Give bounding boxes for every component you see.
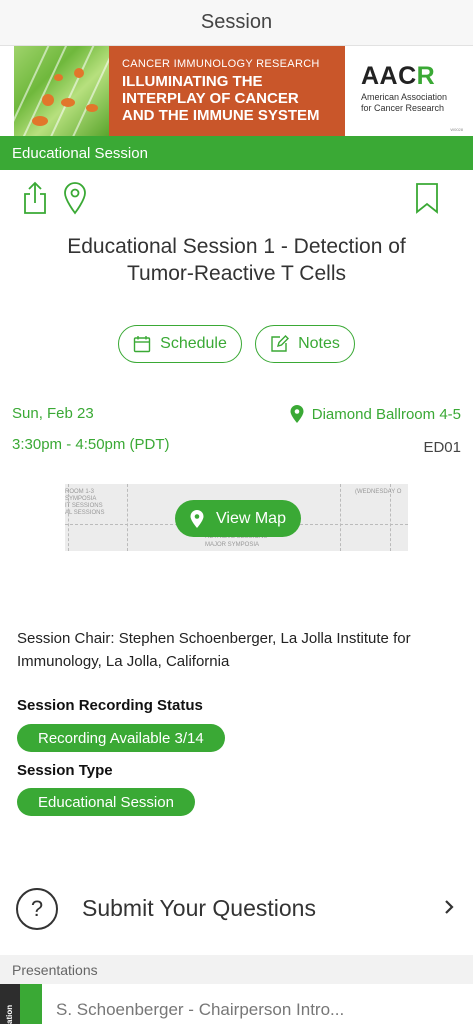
- chevron-right-icon: [445, 900, 454, 914]
- aacr-organization-name: American Association for Cancer Research: [361, 92, 448, 113]
- bookmark-icon[interactable]: [411, 180, 443, 216]
- session-location[interactable]: Diamond Ballroom 4-5: [290, 405, 461, 423]
- session-title: Educational Session 1 - Detection of Tum…: [67, 235, 406, 285]
- submit-questions-row[interactable]: ? Submit Your Questions: [0, 880, 473, 938]
- recording-status-heading: Session Recording Status: [17, 697, 203, 714]
- banner-kicker: CANCER IMMUNOLOGY RESEARCH: [122, 58, 320, 70]
- presentation-type-stripe: al Ses...: [20, 984, 56, 1024]
- banner-text-panel: CANCER IMMUNOLOGY RESEARCH ILLUMINATING …: [109, 46, 345, 136]
- submit-questions-label: Submit Your Questions: [82, 895, 316, 921]
- edit-note-icon: [271, 335, 290, 352]
- location-pin-icon: [190, 509, 204, 528]
- map-thumbnail[interactable]: ROOM 1-3 SYMPOSIA IT SESSIONS AL SESSION…: [65, 484, 408, 551]
- presentation-list-item[interactable]: ation al Ses... S. Schoenberger - Chairp…: [0, 984, 473, 1024]
- recording-status-badge: Recording Available 3/14: [17, 724, 225, 752]
- session-code: ED01: [423, 439, 461, 456]
- session-date: Sun, Feb 23: [12, 405, 94, 422]
- view-map-label: View Map: [216, 509, 286, 527]
- view-map-button[interactable]: View Map: [175, 500, 301, 537]
- presentation-category-stripe: ation: [0, 984, 20, 1024]
- session-type-badge: Educational Session: [17, 788, 195, 816]
- session-category-bar: Educational Session: [0, 136, 473, 170]
- question-icon: ?: [16, 888, 58, 930]
- location-pin-icon: [290, 405, 304, 423]
- presentations-header: Presentations: [0, 955, 473, 984]
- session-time: 3:30pm - 4:50pm (PDT): [12, 436, 170, 453]
- page-title: Session: [200, 11, 273, 33]
- session-chair: Session Chair: Stephen Schoenberger, La …: [17, 630, 411, 670]
- session-banner: CANCER IMMUNOLOGY RESEARCH ILLUMINATING …: [14, 46, 471, 136]
- banner-headline: ILLUMINATING THE INTERPLAY OF CANCER AND…: [122, 73, 320, 124]
- schedule-button[interactable]: Schedule: [118, 325, 242, 363]
- schedule-button-label: Schedule: [160, 335, 227, 352]
- top-bar: Session: [0, 0, 473, 46]
- notes-button-label: Notes: [298, 335, 340, 352]
- share-icon[interactable]: [19, 180, 51, 216]
- aacr-logo: AACR American Association for Cancer Res…: [345, 46, 471, 136]
- calendar-icon: [133, 336, 151, 353]
- banner-artwork: [14, 46, 109, 136]
- session-type-heading: Session Type: [17, 762, 113, 779]
- notes-button[interactable]: Notes: [255, 325, 355, 363]
- presentation-title: S. Schoenberger - Chairperson Intro...: [56, 1000, 345, 1019]
- location-label: Diamond Ballroom 4-5: [311, 405, 461, 423]
- location-pin-icon[interactable]: [59, 180, 91, 216]
